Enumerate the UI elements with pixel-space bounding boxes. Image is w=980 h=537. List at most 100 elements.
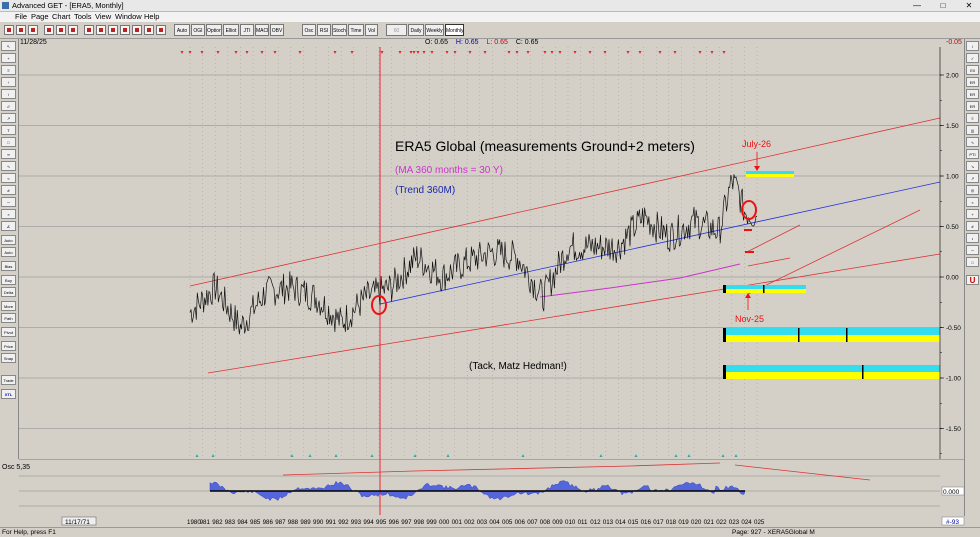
rtool-target-icon[interactable]: ◎: [966, 185, 979, 195]
oscillator-panel[interactable]: Osc 5,35 0.000: [0, 459, 964, 516]
new-icon[interactable]: [4, 25, 14, 35]
zoom-out-icon[interactable]: [68, 25, 78, 35]
x-tick-label: 983: [225, 519, 236, 526]
rtool-er-tpe[interactable]: ER TPE: [966, 101, 979, 111]
cursor-icon[interactable]: [156, 25, 166, 35]
menu-help[interactable]: Help: [144, 12, 159, 22]
tool-trendline-icon[interactable]: /: [1, 89, 16, 99]
tool-elliot-trnd[interactable]: Elliot Trnd: [223, 24, 239, 36]
band-2-tick-1: [798, 328, 800, 342]
tool-crosshair-icon[interactable]: +: [1, 53, 16, 63]
rtool-bars-icon[interactable]: |||: [966, 125, 979, 135]
rtool-box-icon[interactable]: □: [966, 257, 979, 267]
tool-zigzag-icon[interactable]: ∿: [1, 161, 16, 171]
scroll-right-icon[interactable]: [96, 25, 106, 35]
tool-path-line[interactable]: Path Line: [1, 313, 16, 323]
rtool-arrow-icon[interactable]: ↗: [966, 173, 979, 183]
rtool-diag-icon[interactable]: ↘: [966, 161, 979, 171]
rtool-x-icon[interactable]: ×: [966, 197, 979, 207]
rtool-ruler-icon[interactable]: ─: [966, 245, 979, 255]
tool-cycle-icon[interactable]: ∞: [1, 149, 16, 159]
y-tick-label: 1.50: [946, 123, 959, 130]
x-tick-label: 995: [376, 519, 387, 526]
tool-delta[interactable]: Delta: [1, 287, 16, 297]
band-2-cyan: [723, 328, 940, 335]
x-tick-label: 994: [363, 519, 374, 526]
period-monthly[interactable]: Monthly: [445, 24, 464, 36]
tool-text-icon[interactable]: T: [1, 125, 16, 135]
rtool-er-set-2[interactable]: ER SET: [966, 89, 979, 99]
open-icon[interactable]: [16, 25, 26, 35]
tool-time-cycle[interactable]: Time Cycle: [348, 24, 364, 36]
close-button[interactable]: ✕: [958, 0, 980, 11]
rtool-check-icon[interactable]: ✓: [966, 53, 979, 63]
tool-ogi[interactable]: OGI: [191, 24, 205, 36]
tool-auto-gann[interactable]: Auto Gann: [1, 235, 16, 245]
grid-icon[interactable]: [144, 25, 154, 35]
minimize-button[interactable]: —: [906, 0, 928, 11]
tool-vol[interactable]: Vol: [365, 24, 378, 36]
rtool-er-set-1[interactable]: ER SET: [966, 77, 979, 87]
tool-wave-icon[interactable]: ≈: [1, 173, 16, 183]
tool-macd[interactable]: MACD: [255, 24, 269, 36]
tool-box-icon[interactable]: □: [1, 137, 16, 147]
tool-pointer-icon[interactable]: ↖: [1, 41, 16, 51]
tool-pivot[interactable]: Pivot: [1, 327, 16, 337]
tool-option[interactable]: Option: [206, 24, 222, 36]
rtool-wave-icon[interactable]: ∿: [966, 137, 979, 147]
zoom-in-icon[interactable]: [56, 25, 66, 35]
tool-obv[interactable]: OBV: [270, 24, 284, 36]
period-60-minute[interactable]: 60 Minute: [386, 24, 407, 36]
bar-icon[interactable]: [120, 25, 130, 35]
print-icon[interactable]: [44, 25, 54, 35]
rtool-stack-icon[interactable]: ≡: [966, 113, 979, 123]
tool-snap-stops[interactable]: Snap Stops: [1, 353, 16, 363]
tool-jti[interactable]: JTI: [240, 24, 254, 36]
rtool-grid-icon[interactable]: #: [966, 221, 979, 231]
tool-fib-icon[interactable]: ≡: [1, 65, 16, 75]
tool-stoch[interactable]: Stoch: [332, 24, 347, 36]
tool-eraser-icon[interactable]: ×: [1, 209, 16, 219]
tool-buy-sell[interactable]: Buy Sell: [1, 275, 16, 285]
tool-auto-gann[interactable]: Auto Gann: [174, 24, 190, 36]
rtool-plus-icon[interactable]: +: [966, 209, 979, 219]
tool-ruler-icon[interactable]: ─: [1, 197, 16, 207]
maximize-button[interactable]: □: [932, 0, 954, 11]
tool-price-chan[interactable]: Price Chan: [1, 341, 16, 351]
tool-grid-icon[interactable]: #: [1, 185, 16, 195]
rtool-dot-icon[interactable]: •: [966, 233, 979, 243]
tool-channel-icon[interactable]: //: [1, 101, 16, 111]
scroll-left-icon[interactable]: [84, 25, 94, 35]
rtool-ell[interactable]: Ell: [966, 65, 979, 75]
tool-auto-sell[interactable]: Auto Sell: [1, 247, 16, 257]
x-tick-label: 996: [389, 519, 400, 526]
period-daily[interactable]: Daily: [408, 24, 424, 36]
tool-fan-icon[interactable]: ∠: [1, 221, 16, 231]
tool-trade-profile[interactable]: Trade Profile: [1, 375, 16, 385]
save-icon[interactable]: [28, 25, 38, 35]
rtool-magnet-icon[interactable]: U: [966, 275, 979, 285]
x-tick-label: 017: [653, 519, 664, 526]
credit-annotation: (Tack, Matz Hedman!): [469, 361, 567, 372]
menu-window[interactable]: Window: [115, 12, 142, 22]
tool-osc[interactable]: Osc: [302, 24, 316, 36]
menu-chart[interactable]: Chart: [52, 12, 70, 22]
menu-page[interactable]: Page: [31, 12, 49, 22]
tool-arrow-up-icon[interactable]: ↑: [1, 77, 16, 87]
period-weekly[interactable]: Weekly: [425, 24, 444, 36]
line-icon[interactable]: [132, 25, 142, 35]
menu-file[interactable]: File: [15, 12, 27, 22]
tool-more-arcs[interactable]: More Arcs: [1, 301, 16, 311]
menu-tools[interactable]: Tools: [74, 12, 92, 22]
tool-arrow-icon[interactable]: ↗: [1, 113, 16, 123]
menu-view[interactable]: View: [95, 12, 111, 22]
tool-bias[interactable]: Bias: [1, 261, 16, 271]
price-chart[interactable]: ERA5 Global (measurements Ground+2 meter…: [19, 47, 964, 459]
x-tick-label: 010: [565, 519, 576, 526]
tool-xtl[interactable]: XTL: [1, 389, 16, 399]
x-tick-label: 025: [754, 519, 765, 526]
chart-type-icon[interactable]: [108, 25, 118, 35]
tool-rsi[interactable]: RSI: [317, 24, 331, 36]
rtool-line-icon[interactable]: /: [966, 41, 979, 51]
rtool-pti[interactable]: PTI: [966, 149, 979, 159]
